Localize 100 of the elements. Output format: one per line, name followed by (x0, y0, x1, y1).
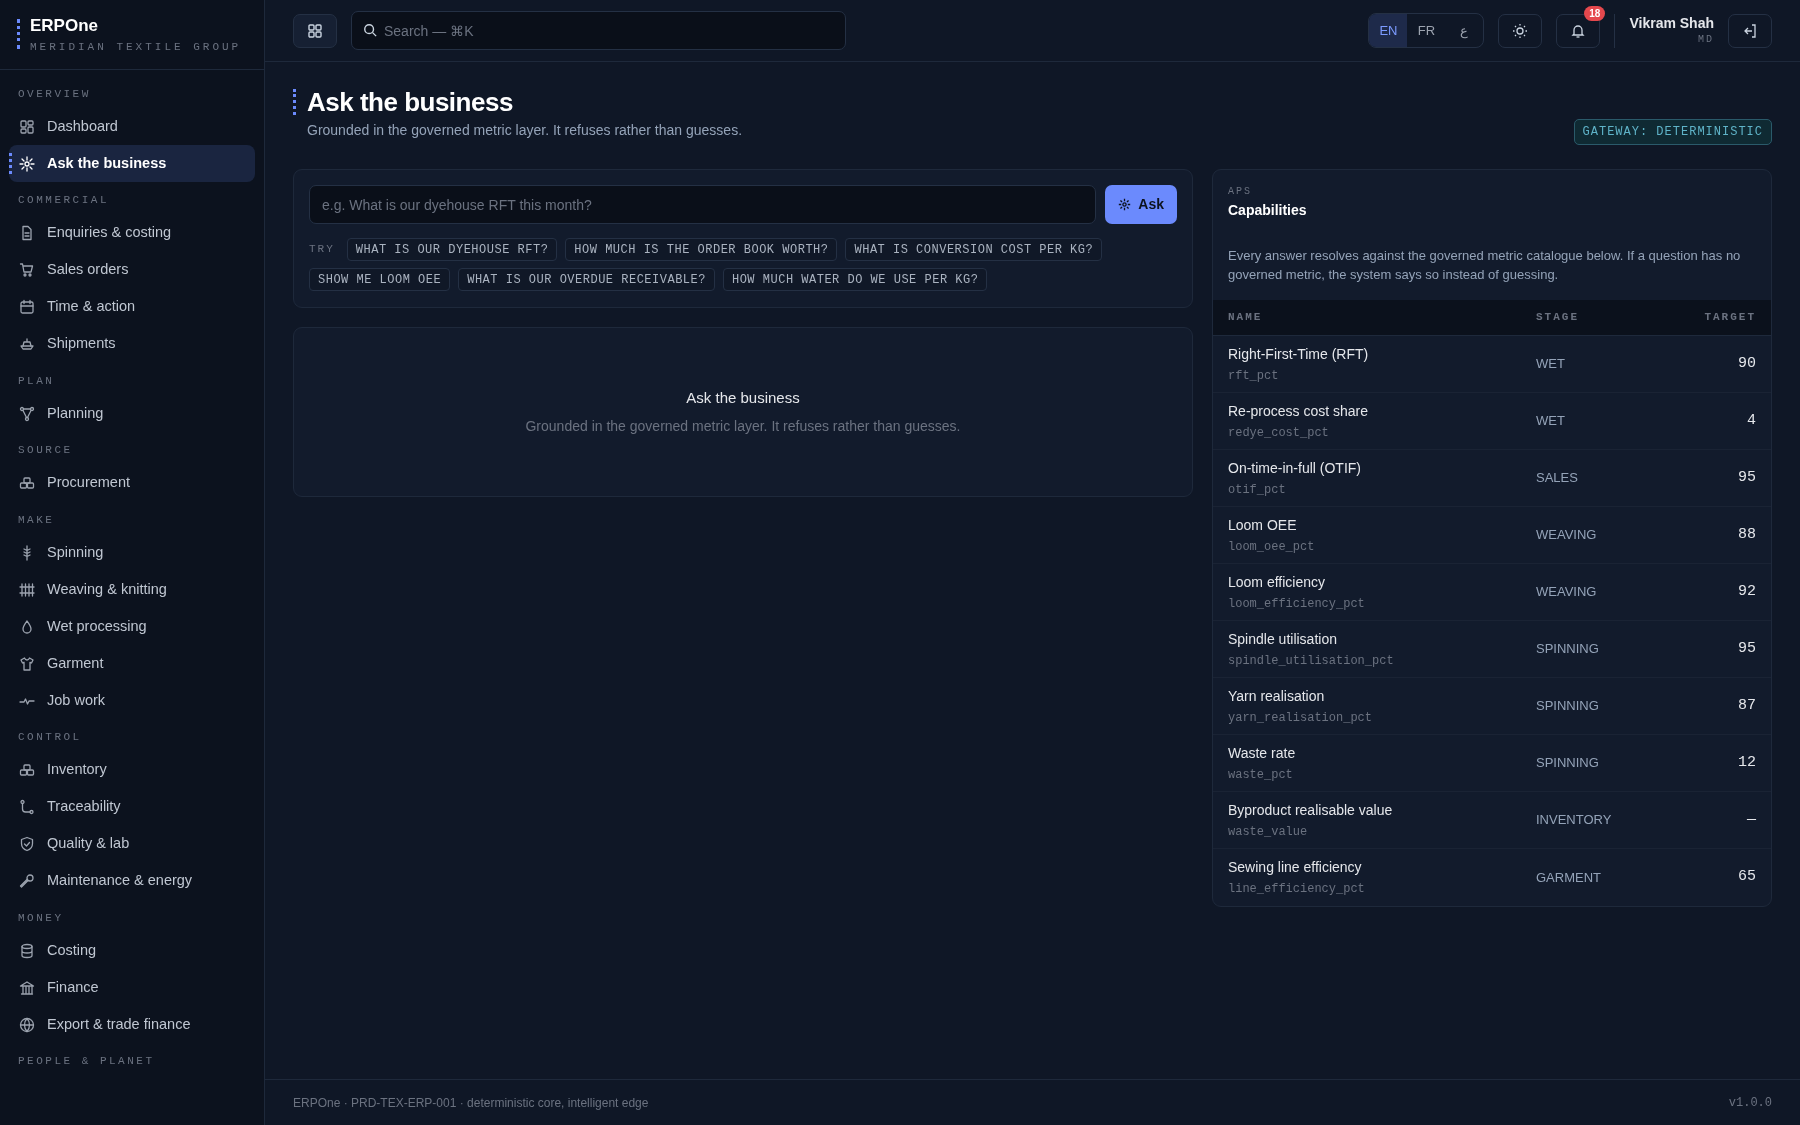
section-heading: PEOPLE & PLANET (17, 1054, 156, 1069)
target-cell-text: 12 (1737, 752, 1756, 773)
empty-state-text: Grounded in the governed metric layer. It refuses rather than guesses. (525, 416, 961, 436)
nav-item[interactable]: Traceability (9, 788, 255, 826)
globe-icon (19, 1016, 35, 1033)
target-cell-text: 65 (1737, 867, 1756, 888)
nav-item[interactable]: Maintenance & energy (9, 862, 255, 900)
sparkle-icon (19, 155, 35, 172)
suggestion-chip[interactable]: HOW MUCH IS THE ORDER BOOK WORTH? (565, 238, 838, 261)
network-icon (19, 405, 35, 422)
suggestion-chip[interactable]: HOW MUCH WATER DO WE USE PER KG? (722, 268, 988, 291)
stage-cell-text: WEAVING (1536, 583, 1598, 602)
try-label: TRY (309, 242, 335, 258)
nav-item[interactable]: Export & trade finance (9, 1006, 255, 1043)
metric-key: otif_pct (1228, 480, 1536, 499)
notification-count: 18 (1584, 5, 1606, 21)
metric-key: yarn_realisation_pct (1228, 708, 1536, 727)
panel-description: Every answer resolves against the governed metric catalogue below. If a question has no governed metric, the system says so instead of guessing. (1228, 247, 1742, 284)
bell-icon (1570, 22, 1587, 39)
sparkle-icon (1118, 198, 1132, 211)
metric-key: line_efficiency_pct (1228, 880, 1536, 898)
nav-item[interactable]: Dashboard (9, 108, 255, 145)
stage-cell-text: GARMENT (1536, 868, 1602, 887)
suggestion-chip[interactable]: WHAT IS OUR OVERDUE RECEIVABLE? (458, 268, 715, 291)
apps-button[interactable] (293, 13, 337, 48)
search-field[interactable]: Search — ⌘K (351, 11, 846, 50)
metric-key: waste_pct (1228, 765, 1536, 784)
target-cell-text: 87 (1737, 695, 1756, 716)
language-option[interactable]: FR (1407, 14, 1446, 47)
shirt-icon (19, 655, 35, 672)
nav-item[interactable]: Shipments (9, 325, 255, 363)
droplet-icon (19, 618, 35, 635)
grid-icon (307, 22, 323, 39)
boxes-icon (19, 762, 35, 778)
suggestion-chip[interactable]: SHOW ME LOOM OEE (309, 268, 451, 291)
nav-item[interactable]: Enquiries & costing (9, 214, 255, 252)
hash-grid-icon (19, 581, 35, 598)
section-heading: CONTROL (17, 730, 83, 745)
stage-cell-text: SALES (1536, 469, 1579, 488)
suggestion-chip[interactable]: WHAT IS OUR DYEHOUSE RFT? (346, 238, 558, 261)
empty-state-title: Ask the business (686, 388, 800, 409)
logout-button[interactable] (1728, 13, 1772, 48)
target-cell-text: — (1746, 809, 1756, 830)
target-cell-text: 4 (1746, 410, 1756, 431)
page-subtitle: Grounded in the governed metric layer. It refuses rather than guesses. (307, 121, 743, 140)
column-header: NAME (1228, 310, 1264, 326)
panel-eyebrow: APS (1228, 185, 1253, 199)
bank-icon (19, 979, 35, 996)
metric-key: waste_value (1228, 822, 1536, 841)
metric-name: Yarn realisation (1228, 686, 1326, 706)
database-icon (19, 942, 35, 959)
nav-item[interactable]: Finance (9, 969, 255, 1006)
stage-cell-text: WET (1536, 355, 1566, 374)
gateway-badge: GATEWAY: DETERMINISTIC (1573, 119, 1772, 145)
ask-button[interactable]: Ask (1105, 185, 1177, 224)
metric-key: redye_cost_pct (1228, 423, 1536, 442)
nav-item[interactable]: Costing (9, 932, 255, 969)
nav-item[interactable]: Job work (9, 682, 255, 719)
suggestion-chip[interactable]: WHAT IS CONVERSION COST PER KG? (845, 238, 1103, 261)
target-cell-text: 90 (1737, 353, 1756, 374)
nav-item[interactable]: Quality & lab (9, 825, 255, 863)
nav-item[interactable]: Weaving & knitting (9, 571, 255, 608)
theme-button[interactable] (1498, 13, 1543, 48)
nav-item[interactable]: Garment (9, 645, 255, 682)
metric-name: On-time-in-full (OTIF) (1228, 458, 1362, 478)
nav-item[interactable]: Wet processing (9, 608, 255, 645)
metric-key: loom_efficiency_pct (1228, 594, 1536, 613)
section-heading: COMMERCIAL (17, 193, 110, 208)
user-role: MD (1698, 33, 1714, 47)
ship-icon (19, 336, 35, 352)
section-heading: OVERVIEW (17, 86, 92, 102)
document-icon (19, 225, 35, 241)
nav-item[interactable]: Planning (9, 395, 255, 432)
nav-item[interactable]: Procurement (9, 464, 255, 502)
metric-key: loom_oee_pct (1228, 537, 1536, 556)
metric-name: Re-process cost share (1228, 401, 1370, 421)
language-option[interactable]: EN (1369, 14, 1408, 47)
metric-name: Right-First-Time (RFT) (1228, 344, 1370, 364)
stage-cell-text: SPINNING (1536, 640, 1600, 659)
nav-item[interactable]: Time & action (9, 288, 255, 326)
nav-item[interactable]: Ask the business (9, 145, 255, 182)
version-label: v1.0.0 (1728, 1094, 1772, 1112)
user-name: Vikram Shah (1629, 14, 1714, 32)
stage-cell-text: SPINNING (1536, 754, 1600, 773)
target-cell-text: 92 (1737, 581, 1756, 602)
nav-item[interactable]: Sales orders (9, 251, 255, 289)
nav-item[interactable]: Spinning (9, 534, 255, 571)
metric-name: Spindle utilisation (1228, 629, 1338, 649)
boxes-icon (19, 475, 35, 491)
metric-name: Loom OEE (1228, 515, 1298, 535)
brand-marker (17, 19, 20, 49)
nav-item[interactable]: Inventory (9, 751, 255, 789)
panel-title: Capabilities (1228, 201, 1308, 220)
target-cell-text: 95 (1737, 467, 1756, 488)
calendar-icon (19, 299, 35, 315)
stage-cell-text: WEAVING (1536, 526, 1598, 545)
language-option[interactable]: ع (1445, 14, 1484, 47)
cart-icon (19, 262, 35, 278)
question-field[interactable]: e.g. What is our dyehouse RFT this month? (309, 185, 1097, 224)
brand-name: ERPOne (30, 15, 100, 37)
